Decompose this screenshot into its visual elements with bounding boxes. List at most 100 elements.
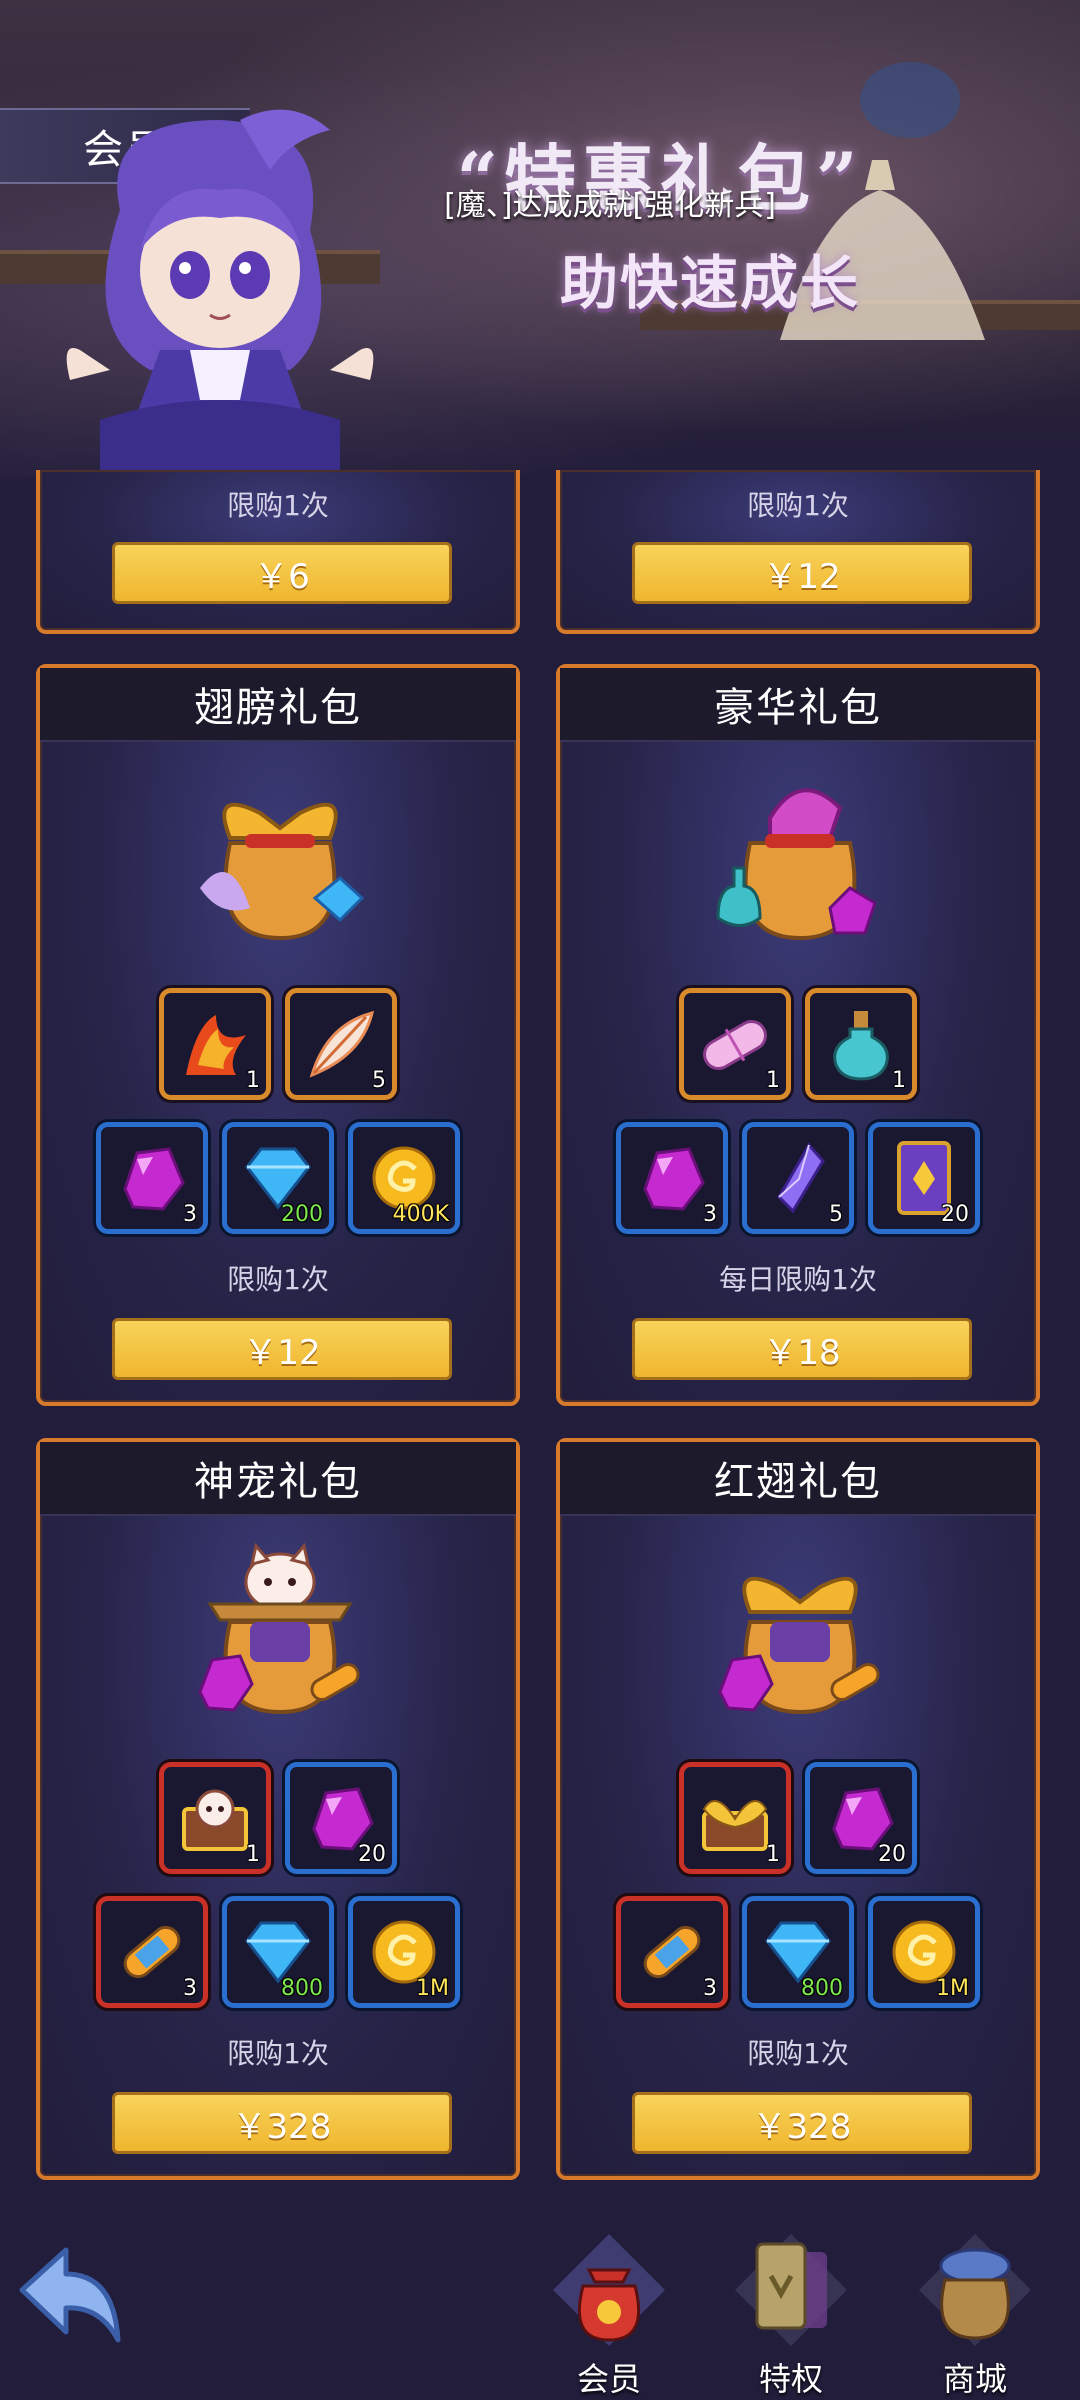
pack-header: 神宠礼包	[40, 1442, 516, 1516]
reward-slot[interactable]: 20	[868, 1122, 980, 1234]
reward-row: 1 5	[40, 988, 516, 1100]
reward-row: 1 20	[560, 1762, 1036, 1874]
buy-button[interactable]: ￥328	[632, 2092, 972, 2154]
pack-title: 豪华礼包	[714, 685, 882, 731]
pet-bag-icon	[198, 1542, 360, 1715]
reward-qty: 800	[281, 1976, 323, 2001]
reward-qty: 400K	[392, 1202, 449, 1227]
purchase-limit: 每日限购1次	[719, 1263, 877, 1296]
buy-button[interactable]: ￥12	[112, 1318, 452, 1380]
pet-chest-icon	[182, 1789, 248, 1851]
reward-qty: 5	[829, 1202, 843, 1227]
pack-header: 红翅礼包	[560, 1442, 1036, 1516]
reward-slot[interactable]: 1	[805, 988, 917, 1100]
red-bag-icon	[553, 2234, 665, 2346]
reward-slot[interactable]: 1	[679, 1762, 791, 1874]
reward-slot[interactable]: 800	[742, 1896, 854, 2008]
reward-slot[interactable]: 800	[222, 1896, 334, 2008]
pack-title: 神宠礼包	[194, 1459, 362, 1505]
nav-label: 会员	[576, 2360, 641, 2398]
scroll-icon	[643, 1925, 701, 1979]
purchase-limit: 限购1次	[227, 489, 329, 522]
promo-banner: 会员 “特惠礼包” [魔、]达成成就[强化新兵] 助快速成长	[0, 0, 1080, 478]
reward-qty: 800	[801, 1976, 843, 2001]
purple-gem-icon	[643, 1147, 705, 1211]
pack-header: 豪华礼包	[560, 668, 1036, 742]
character-portrait-icon	[66, 109, 374, 470]
reward-qty: 20	[878, 1842, 906, 1867]
reward-row: 3 800 1M	[560, 1896, 1036, 2008]
reward-slot[interactable]: 1M	[868, 1896, 980, 2008]
crystal-shard-icon	[777, 1142, 825, 1214]
reward-qty: 20	[941, 1202, 969, 1227]
reward-row: 1 20	[40, 1762, 516, 1874]
wing-chest-icon	[702, 1800, 768, 1851]
reward-slot[interactable]: 20	[285, 1762, 397, 1874]
pack-title: 红翅礼包	[714, 1459, 882, 1505]
reward-row: 1 1	[560, 988, 1036, 1100]
purple-gem-icon	[123, 1147, 185, 1211]
banner-subtitle: [魔、]达成成就[强化新兵]	[444, 188, 776, 223]
reward-qty: 1	[766, 1068, 780, 1093]
pack-card-wing: 翅膀礼包 1 5 3 200 400K 限购1次 ￥12	[36, 664, 520, 1406]
reward-qty: 3	[703, 1976, 717, 2001]
purchase-limit: 限购1次	[747, 489, 849, 522]
reward-slot[interactable]: 1	[159, 988, 271, 1100]
scroll-icon	[123, 1925, 181, 1979]
potion-icon	[833, 1011, 889, 1081]
nav-privilege[interactable]: 特权	[716, 2230, 866, 2400]
purchase-limit: 限购1次	[227, 2037, 329, 2070]
reward-slot[interactable]: 1	[679, 988, 791, 1100]
reward-qty: 1	[766, 1842, 780, 1867]
buy-button[interactable]: ￥6	[112, 542, 452, 604]
reward-qty: 1	[892, 1068, 906, 1093]
nav-vip[interactable]: 会员	[534, 2230, 684, 2400]
reward-qty: 3	[703, 1202, 717, 1227]
feather-icon	[309, 1010, 375, 1078]
reward-slot[interactable]: 1	[159, 1762, 271, 1874]
privilege-card-icon	[735, 2234, 847, 2346]
reward-slot[interactable]: 3	[616, 1896, 728, 2008]
reward-row: 3 5 20	[560, 1122, 1036, 1234]
reward-qty: 3	[183, 1976, 197, 2001]
reward-qty: 200	[281, 1202, 323, 1227]
reward-slot[interactable]: 3	[96, 1122, 208, 1234]
bottom-nav: 会员 特权 商城	[0, 2220, 1080, 2400]
reward-slot[interactable]: 5	[285, 988, 397, 1100]
pack-card-pet: 神宠礼包 1 20 3 800 1M 限购1次 ￥328	[36, 1438, 520, 2180]
pack-card-red-wing: 红翅礼包 1 20 3 800 1M 限购1次 ￥328	[556, 1438, 1040, 2180]
phoenix-wing-icon	[186, 1015, 246, 1075]
pack-header: 翅膀礼包	[40, 668, 516, 742]
reward-slot[interactable]: 20	[805, 1762, 917, 1874]
pill-capsule-icon	[703, 1020, 767, 1070]
buy-button[interactable]: ￥12	[632, 542, 972, 604]
pack-card: 限购1次 ￥12	[556, 470, 1040, 634]
nav-label: 特权	[758, 2360, 823, 2398]
buy-button[interactable]: ￥328	[112, 2092, 452, 2154]
reward-qty: 1M	[416, 1976, 449, 2001]
luxury-bag-icon	[716, 788, 877, 941]
reward-slot[interactable]: 3	[96, 1896, 208, 2008]
reward-qty: 20	[358, 1842, 386, 1867]
banner-slogan: 助快速成长	[559, 249, 860, 317]
wing-bag-icon	[200, 802, 365, 941]
shop-bag-icon	[919, 2234, 1031, 2346]
purchase-limit: 限购1次	[747, 2037, 849, 2070]
reward-qty: 5	[372, 1068, 386, 1093]
reward-qty: 1M	[936, 1976, 969, 2001]
pack-card: 限购1次 ￥6	[36, 470, 520, 634]
reward-slot[interactable]: 400K	[348, 1122, 460, 1234]
nav-shop[interactable]: 商城	[900, 2230, 1050, 2400]
reward-slot[interactable]: 3	[616, 1122, 728, 1234]
reward-slot[interactable]: 5	[742, 1122, 854, 1234]
reward-qty: 1	[246, 1068, 260, 1093]
nav-label: 商城	[942, 2360, 1007, 2398]
reward-slot[interactable]: 1M	[348, 1896, 460, 2008]
back-arrow-icon[interactable]	[14, 2240, 124, 2350]
reward-row: 3 800 1M	[40, 1896, 516, 2008]
buy-button[interactable]: ￥18	[632, 1318, 972, 1380]
reward-slot[interactable]: 200	[222, 1122, 334, 1234]
red-wing-bag-icon	[718, 1576, 880, 1715]
reward-qty: 3	[183, 1202, 197, 1227]
pack-card-luxury: 豪华礼包 1 1 3 5 20 每日限购1次 ￥18	[556, 664, 1040, 1406]
